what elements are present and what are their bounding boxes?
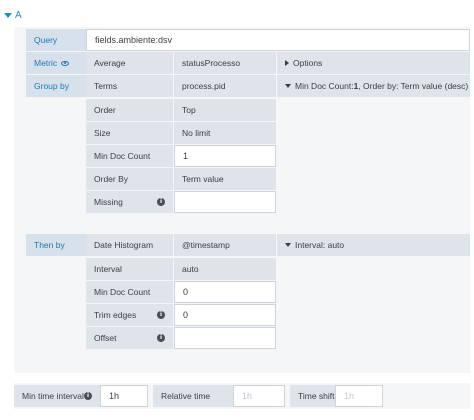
trim-edges-label: Trim edges i [86, 304, 173, 326]
info-icon[interactable]: i [157, 198, 165, 206]
min-doc-count-input[interactable]: 0 [174, 281, 276, 303]
min-doc-count-label: Min Doc Count [86, 281, 173, 303]
then-by-label: Then by [26, 234, 86, 256]
offset-label-text: Offset [94, 333, 117, 343]
caret-down-icon [285, 84, 291, 88]
trim-edges-input[interactable]: 0 [174, 304, 276, 326]
trim-edges-label-text: Trim edges [94, 310, 137, 320]
min-doc-count-input[interactable]: 1 [174, 145, 276, 167]
time-shift-input[interactable]: 1h [335, 385, 383, 407]
missing-input[interactable] [174, 191, 276, 213]
query-ref-id: A [15, 9, 22, 21]
query-input[interactable]: fields.ambiente:dsv [86, 29, 470, 51]
min-time-interval-input[interactable]: 1h [100, 385, 148, 407]
interval-label: Interval [86, 258, 173, 280]
metric-label[interactable]: Metric [26, 52, 86, 74]
metric-options-label: Options [293, 58, 323, 68]
offset-input[interactable] [174, 327, 276, 349]
chevron-down-icon [4, 12, 12, 18]
order-select[interactable]: Top [174, 99, 276, 121]
eye-icon[interactable] [61, 60, 70, 66]
query-row-toggle[interactable]: A [4, 10, 22, 21]
relative-time-label: Relative time [153, 385, 233, 407]
min-time-interval-label: Min time interval i [14, 385, 100, 407]
group-by-summary-suffix: , Order by: Term value (desc) [358, 81, 469, 91]
relative-time-input[interactable]: 1h [233, 385, 285, 407]
metric-type-select[interactable]: Average [86, 52, 173, 74]
size-label: Size [86, 122, 173, 144]
query-row-header: A [4, 5, 470, 25]
size-select[interactable]: No limit [174, 122, 276, 144]
metric-options-toggle[interactable]: Options [277, 52, 470, 74]
time-shift-label: Time shift [290, 385, 335, 407]
order-by-label: Order By [86, 168, 173, 190]
group-by-field-select[interactable]: process.pid [174, 75, 276, 97]
info-icon[interactable]: i [84, 392, 92, 400]
then-by-type-select[interactable]: Date Histogram [86, 234, 173, 256]
info-icon[interactable]: i [157, 311, 165, 319]
group-by-type-select[interactable]: Terms [86, 75, 173, 97]
then-by-summary: Interval: auto [295, 240, 345, 250]
missing-label: Missing i [86, 191, 173, 213]
order-label: Order [86, 99, 173, 121]
metric-label-text: Metric [34, 58, 58, 68]
order-by-select[interactable]: Term value [174, 168, 276, 190]
min-doc-count-label: Min Doc Count [86, 145, 173, 167]
then-by-options-toggle[interactable]: Interval: auto [277, 234, 470, 256]
missing-label-text: Missing [94, 197, 123, 207]
interval-select[interactable]: auto [174, 258, 276, 280]
min-time-interval-label-text: Min time interval [22, 391, 84, 401]
caret-right-icon [285, 60, 289, 66]
then-by-field-select[interactable]: @timestamp [174, 234, 276, 256]
metric-field-select[interactable]: statusProcesso [174, 52, 276, 74]
group-by-label: Group by [26, 75, 86, 97]
caret-down-icon [285, 243, 291, 247]
query-label: Query [26, 29, 86, 51]
info-icon[interactable]: i [157, 334, 165, 342]
group-by-options-toggle[interactable]: Min Doc Count: 1, Order by: Term value (… [277, 75, 470, 97]
offset-label: Offset i [86, 327, 173, 349]
group-by-summary-prefix: Min Doc Count: [295, 81, 354, 91]
